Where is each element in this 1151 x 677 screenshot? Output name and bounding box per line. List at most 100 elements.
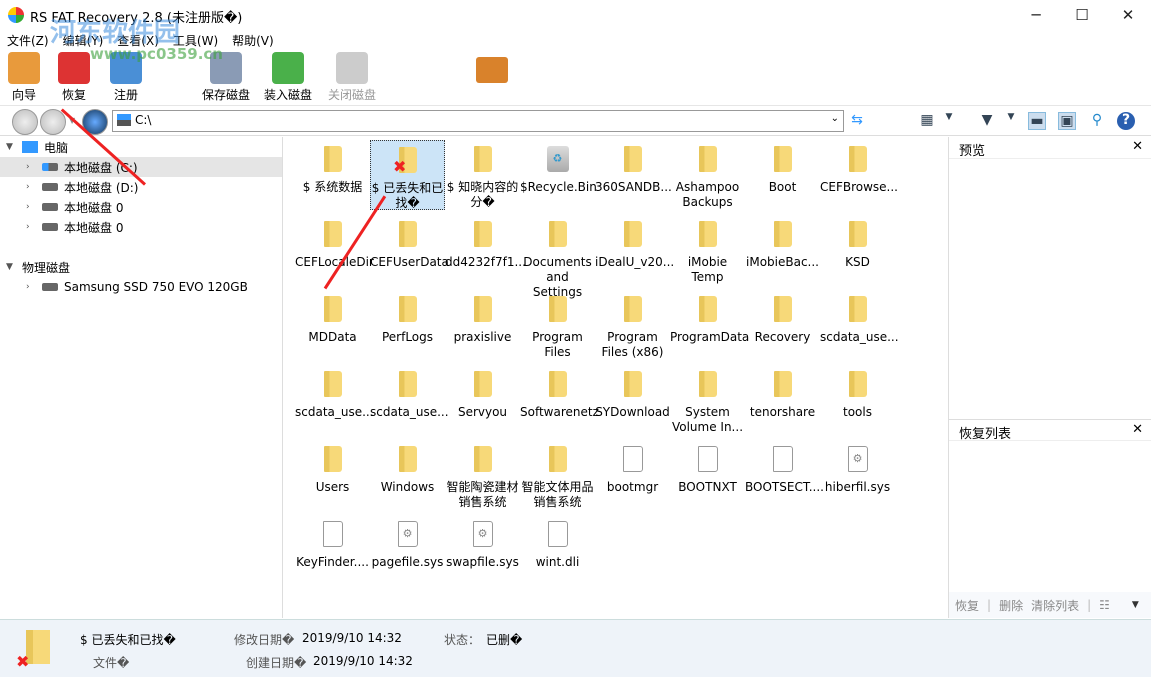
- file-item[interactable]: 智能文体用品销售系统: [520, 440, 595, 510]
- minimize-button[interactable]: ─: [1013, 0, 1059, 30]
- filter-dropdown-icon[interactable]: ▼: [1002, 112, 1020, 130]
- tree-physical[interactable]: ▼ 物理磁盘: [6, 257, 70, 277]
- status-bar: ✖ $ 已丢失和已找� 文件� 修改日期� 2019/9/10 14:32 创建…: [0, 619, 1151, 677]
- search-icon[interactable]: ⚲: [1088, 112, 1106, 130]
- file-item[interactable]: praxislive: [445, 290, 520, 360]
- file-item[interactable]: ProgramData: [670, 290, 749, 360]
- file-item[interactable]: Program Files (x86): [595, 290, 670, 360]
- tree-drive-0[interactable]: › 本地磁盘 0: [26, 197, 123, 217]
- file-item[interactable]: ⚙ hiberfil.sys: [820, 440, 895, 510]
- help-icon[interactable]: ?: [1117, 112, 1135, 130]
- file-item[interactable]: CEFBrowse...: [820, 140, 898, 210]
- toolbar-button-4[interactable]: 装入磁盘: [264, 52, 312, 103]
- file-item[interactable]: 360SANDB...: [595, 140, 672, 210]
- close-button[interactable]: ✕: [1105, 0, 1151, 30]
- menu-help[interactable]: 帮助(V): [225, 30, 281, 50]
- status-name: $ 已丢失和已找�: [80, 633, 176, 647]
- close-icon[interactable]: ✕: [1132, 422, 1143, 437]
- file-item[interactable]: bootmgr: [595, 440, 670, 510]
- folder-icon: [548, 221, 567, 247]
- file-name: tenorshare: [749, 405, 816, 419]
- save-icon[interactable]: ▣: [1058, 112, 1076, 130]
- file-item[interactable]: Servyou: [445, 365, 520, 435]
- close-icon[interactable]: ✕: [1132, 139, 1143, 154]
- file-item[interactable]: Ashampoo Backups: [670, 140, 745, 210]
- file-item[interactable]: Users: [295, 440, 370, 510]
- chevron-down-icon[interactable]: ⌄: [831, 113, 839, 124]
- file-item[interactable]: Recovery: [745, 290, 820, 360]
- file-name: hiberfil.sys: [824, 480, 891, 494]
- file-item[interactable]: tenorshare: [745, 365, 820, 435]
- file-icon: [697, 446, 718, 472]
- recovery-list-actions: 恢复 | 删除 清除列表 | ☷ ▼: [949, 592, 1151, 618]
- file-item[interactable]: $ 知晓内容的分�: [445, 140, 520, 210]
- file-item[interactable]: CEFUserData: [370, 215, 449, 285]
- file-item[interactable]: ⚙ swapfile.sys: [445, 515, 520, 585]
- columns-icon[interactable]: ☷: [1099, 598, 1110, 612]
- file-item[interactable]: SYDownload: [595, 365, 670, 435]
- folder-icon: [548, 296, 567, 322]
- tree-label: 本地磁盘 0: [64, 200, 124, 215]
- file-item[interactable]: 智能陶瓷建材销售系统: [445, 440, 520, 510]
- menu-file[interactable]: 文件(Z): [0, 30, 56, 50]
- file-item[interactable]: scdata_use...: [370, 365, 449, 435]
- recovery-list-header: 恢复列表 ✕: [949, 419, 1151, 442]
- tree-computer[interactable]: ▼ 电脑: [6, 137, 68, 157]
- view-dropdown-icon[interactable]: ▼: [940, 112, 958, 130]
- file-item[interactable]: Documents and Settings: [520, 215, 595, 299]
- file-item[interactable]: KeyFinder....: [295, 515, 370, 585]
- folder-icon: [773, 296, 792, 322]
- tree-drive-c[interactable]: › 本地磁盘 (C:): [0, 157, 282, 177]
- recover-button[interactable]: 恢复: [955, 597, 979, 614]
- file-name: Program Files: [532, 330, 583, 359]
- file-name: scdata_use...: [295, 405, 374, 419]
- file-name: Softwarenetz: [520, 405, 599, 419]
- view-mode-icon[interactable]: ▦: [918, 112, 936, 130]
- drive-icon: [117, 114, 131, 126]
- file-item[interactable]: scdata_use...: [820, 290, 899, 360]
- file-item[interactable]: ⚙ pagefile.sys: [370, 515, 445, 585]
- file-item[interactable]: iDealU_v20...: [595, 215, 674, 285]
- file-item[interactable]: $ 系统数据: [295, 140, 370, 210]
- toolbar-button-5[interactable]: 关闭磁盘: [328, 52, 376, 103]
- file-item[interactable]: Boot: [745, 140, 820, 210]
- search-folder-icon[interactable]: [476, 57, 508, 83]
- file-item[interactable]: scdata_use...: [295, 365, 374, 435]
- file-item[interactable]: System Volume In...: [670, 365, 745, 435]
- file-item[interactable]: PerfLogs: [370, 290, 445, 360]
- path-input[interactable]: C:\ ⌄: [112, 110, 844, 132]
- toolbar-button-0[interactable]: 向导: [8, 52, 40, 103]
- preview-toggle-icon[interactable]: ▬: [1028, 112, 1046, 130]
- back-button[interactable]: [12, 109, 38, 135]
- folder-icon: [848, 221, 867, 247]
- folder-icon: [473, 221, 492, 247]
- file-item[interactable]: MDData: [295, 290, 370, 360]
- forward-button[interactable]: [40, 109, 66, 135]
- delete-button[interactable]: 删除: [999, 597, 1023, 614]
- file-item[interactable]: KSD: [820, 215, 895, 285]
- toolbar-label: 装入磁盘: [264, 88, 313, 102]
- file-item[interactable]: BOOTNXT: [670, 440, 745, 510]
- file-item[interactable]: ♻ $Recycle.Bin: [520, 140, 597, 210]
- filter-icon[interactable]: ▼: [978, 112, 996, 130]
- file-item[interactable]: Program Files: [520, 290, 595, 360]
- tree-disk-ssd[interactable]: › Samsung SSD 750 EVO 120GB: [26, 277, 248, 297]
- file-item[interactable]: Softwarenetz: [520, 365, 599, 435]
- file-item[interactable]: tools: [820, 365, 895, 435]
- tree-drive-d[interactable]: › 本地磁盘 (D:): [26, 177, 138, 197]
- tree-drive-0b[interactable]: › 本地磁盘 0: [26, 217, 123, 237]
- file-name: $ 知晓内容的分�: [446, 180, 519, 209]
- file-item[interactable]: dd4232f7f1...: [445, 215, 526, 285]
- maximize-button[interactable]: ☐: [1059, 0, 1105, 30]
- file-item[interactable]: iMobie Temp: [670, 215, 745, 285]
- folder-icon: [398, 446, 417, 472]
- toolbar-button-1[interactable]: 恢复: [58, 52, 90, 103]
- file-name: $Recycle.Bin: [520, 180, 597, 194]
- clear-list-button[interactable]: 清除列表: [1031, 597, 1079, 614]
- dropdown-icon[interactable]: ▼: [1132, 600, 1139, 610]
- file-item[interactable]: BOOTSECT....: [745, 440, 824, 510]
- file-item[interactable]: iMobieBac...: [745, 215, 820, 285]
- file-item[interactable]: Windows: [370, 440, 445, 510]
- refresh-icon[interactable]: ⇆: [848, 112, 866, 130]
- file-item[interactable]: wint.dli: [520, 515, 595, 585]
